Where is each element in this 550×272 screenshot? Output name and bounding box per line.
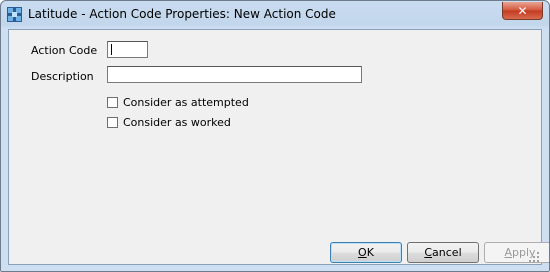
title-bar[interactable]: Latitude - Action Code Properties: New A…: [1, 1, 549, 27]
action-code-label: Action Code: [31, 44, 98, 57]
apply-button[interactable]: Apply: [484, 242, 549, 263]
text-caret: [111, 44, 112, 55]
attempted-label[interactable]: Consider as attempted: [123, 96, 249, 109]
ok-mnemonic: O: [358, 246, 367, 259]
action-code-input[interactable]: [107, 41, 148, 58]
ok-button[interactable]: OK: [330, 242, 402, 263]
worked-checkbox[interactable]: [107, 117, 118, 128]
resize-grip-icon[interactable]: [529, 252, 539, 262]
cancel-label-rest: ancel: [432, 246, 462, 259]
dialog-window: Latitude - Action Code Properties: New A…: [0, 0, 550, 272]
cancel-mnemonic: C: [424, 246, 433, 259]
description-input[interactable]: [107, 66, 362, 83]
close-button[interactable]: ✕: [502, 2, 543, 20]
dialog-body: Action Code Description Consider as atte…: [8, 29, 549, 265]
apply-mnemonic: A: [504, 246, 512, 259]
worked-label[interactable]: Consider as worked: [123, 116, 231, 129]
ok-label-rest: K: [366, 246, 374, 259]
close-icon: ✕: [517, 4, 528, 18]
description-label: Description: [31, 70, 94, 83]
window-title: Latitude - Action Code Properties: New A…: [28, 7, 336, 21]
latitude-app-icon: [7, 7, 22, 22]
attempted-checkbox[interactable]: [107, 97, 118, 108]
cancel-button[interactable]: Cancel: [407, 242, 479, 263]
